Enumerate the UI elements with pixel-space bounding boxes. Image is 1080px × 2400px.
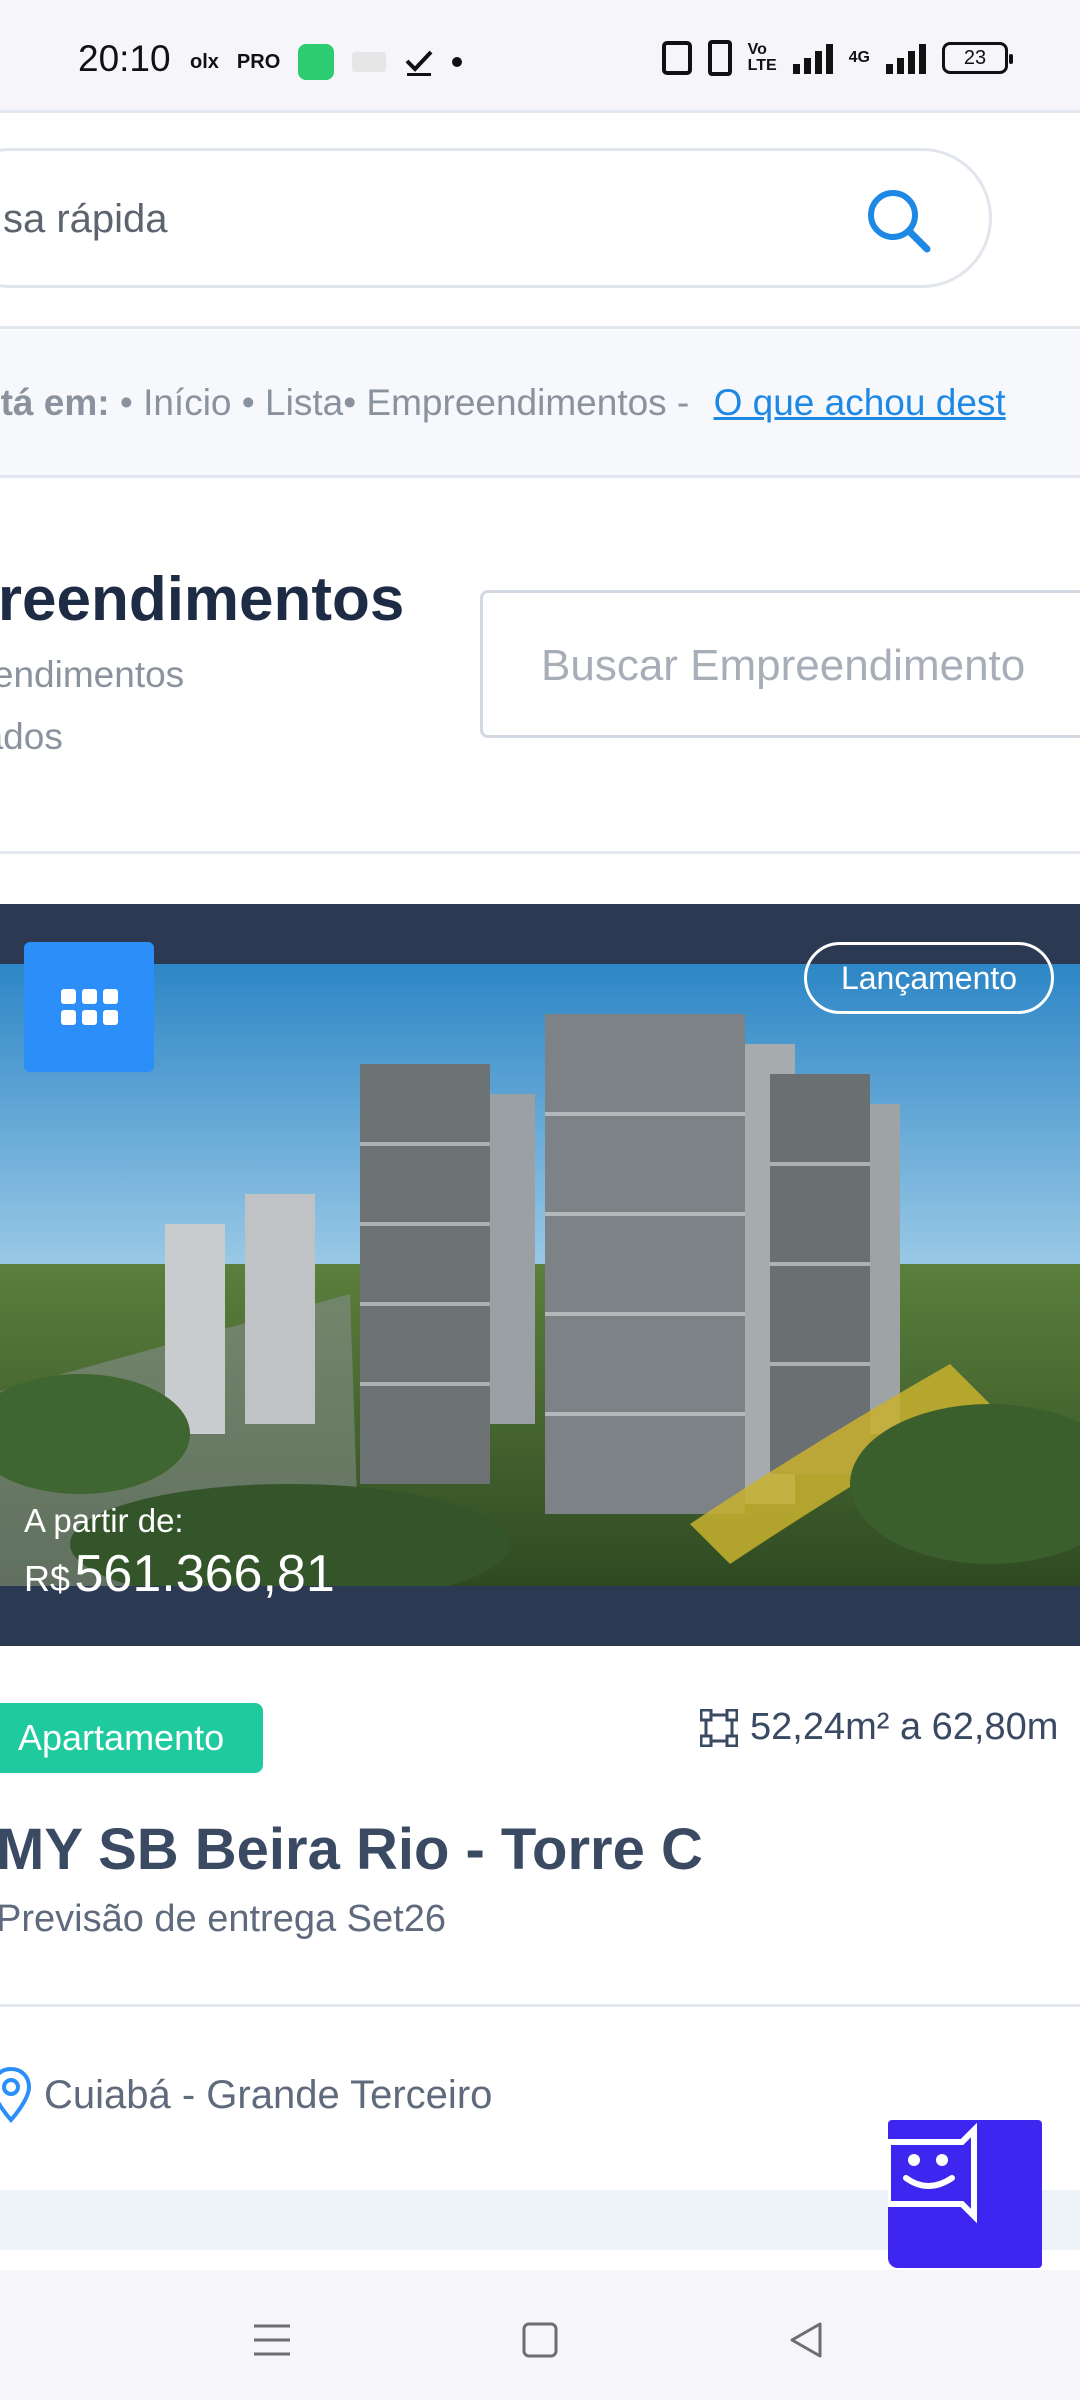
pro-notification-icon: PRO [236,50,281,73]
price-currency: R$ [24,1558,71,1599]
volte-icon: Vo LTE [747,41,777,74]
network-type-label: 4G [848,49,870,66]
signal-2-icon [886,42,926,74]
property-type-badge: Apartamento [0,1703,263,1773]
page-title: preendimentos [0,565,405,634]
feedback-link[interactable]: O que achou dest [714,382,1006,423]
enterprise-search-placeholder: Buscar Empreendimento [541,641,1026,690]
chat-button[interactable] [888,2120,1042,2268]
battery-icon: 23 [942,42,1013,74]
price-value: 561.366,81 [74,1545,335,1603]
vibrate-icon [707,40,732,76]
quick-search-text: sa rápida [3,197,168,241]
nfc-icon [661,41,692,75]
divider [0,110,1080,113]
status-bar: 20:10 olx PRO Vo LTE 4G 23 [0,0,1080,110]
search-icon[interactable] [861,183,937,259]
delivery-forecast: Previsão de entrega Set26 [0,1898,446,1940]
divider [0,2004,1080,2007]
app-screen: 20:10 olx PRO Vo LTE 4G 23 sa rápida tá … [0,0,1080,2400]
recent-apps-button[interactable] [242,2310,302,2370]
status-time: 20:10 [78,38,171,79]
breadcrumb-home[interactable]: • Início [120,382,232,423]
app-notification-icon [298,44,335,80]
home-button[interactable] [510,2310,570,2370]
more-notifications-icon [452,57,463,67]
area-range: 52,24m² a 62,80m [700,1706,1058,1749]
area-frame-icon [700,1708,738,1747]
chat-bot-icon [888,2122,977,2224]
menu-icon [254,2324,290,2356]
gallery-button[interactable] [24,942,154,1072]
signal-icon [792,42,833,74]
breadcrumb-empreendimentos[interactable]: • Empreendimentos - [343,382,689,423]
breadcrumb-bar: stá em: • Início • Lista• Empreendimento… [0,330,1080,476]
status-left-icons: olx PRO [190,44,463,80]
divider [0,326,1080,329]
breadcrumb: stá em: • Início • Lista• Empreendimento… [0,382,1006,424]
breadcrumb-list[interactable]: • Lista [242,382,343,423]
system-navigation-bar [0,2270,1080,2400]
price-label: A partir de: [24,1502,184,1539]
olx-notification-icon: olx [190,50,219,73]
results-count: reendimentos trados [0,654,185,757]
price: R$ 561.366,81 [24,1544,335,1604]
location: Cuiabá - Grande Terceiro [0,2066,492,2124]
generic-notification-icon [352,52,387,72]
back-triangle-icon [790,2322,822,2358]
launch-badge: Lançamento [804,942,1054,1014]
back-button[interactable] [776,2310,836,2370]
divider [0,475,1080,478]
building-photo [0,964,1080,1586]
enterprise-search-input[interactable]: Buscar Empreendimento [480,590,1080,738]
location-text: Cuiabá - Grande Terceiro [44,2072,493,2117]
breadcrumb-prefix: stá em: [0,382,110,423]
quick-search-input[interactable]: sa rápida [0,148,992,288]
map-pin-icon [0,2066,32,2123]
divider [0,851,1080,854]
property-image[interactable]: Lançamento A partir de: R$ 561.366,81 [0,904,1080,1646]
status-right-icons: Vo LTE 4G 23 [661,40,1013,76]
check-notification-icon [405,50,433,76]
property-title[interactable]: MY SB Beira Rio - Torre C [0,1816,703,1883]
area-text: 52,24m² a 62,80m [750,1706,1059,1748]
home-square-icon [522,2322,558,2358]
grid-icon [60,989,118,1025]
